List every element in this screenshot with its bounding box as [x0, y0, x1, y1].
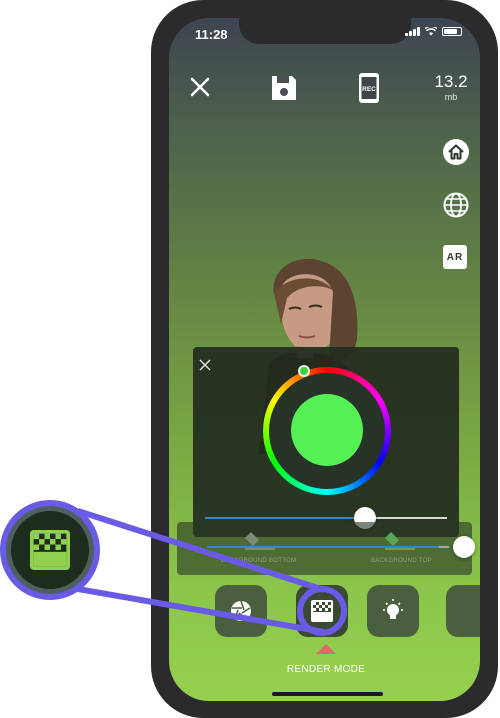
zoom-callout-content: [11, 511, 89, 589]
callout-connector: [77, 508, 347, 636]
checkerboard-gradient-icon: [30, 530, 70, 570]
